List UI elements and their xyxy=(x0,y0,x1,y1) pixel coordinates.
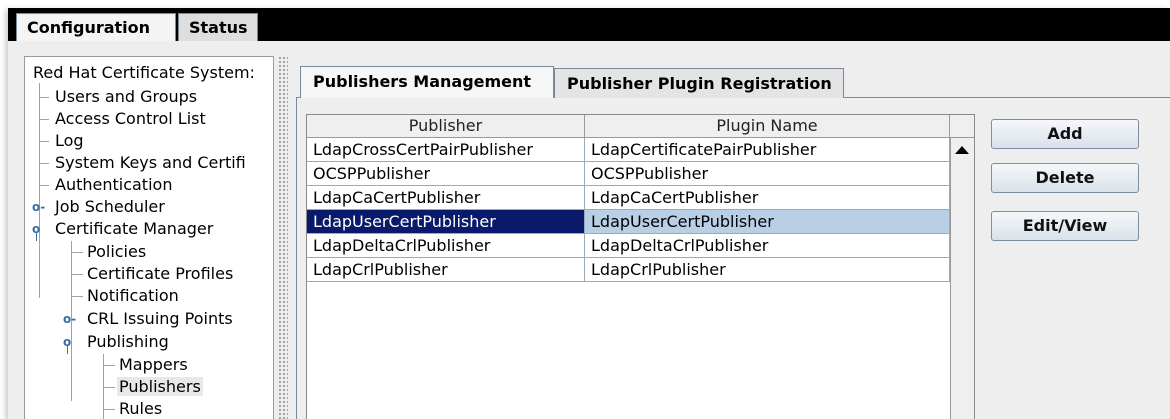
plugin-name-cell[interactable]: OCSPPublisher xyxy=(585,162,950,186)
selected-node-label: Publishers xyxy=(117,377,203,396)
top-tab-bar: Configuration Status xyxy=(8,8,1170,41)
table-row[interactable]: LdapDeltaCrlPublisher LdapDeltaCrlPublis… xyxy=(307,234,950,258)
tab-configuration[interactable]: Configuration xyxy=(16,13,176,41)
table-row[interactable]: LdapCaCertPublisher LdapCaCertPublisher xyxy=(307,186,950,210)
tree-item-mappers[interactable]: Mappers xyxy=(119,354,188,376)
publisher-cell[interactable]: LdapCrlPublisher xyxy=(307,258,585,282)
collapsed-node-icon[interactable]: o- xyxy=(63,313,76,325)
publisher-cell[interactable]: LdapCaCertPublisher xyxy=(307,186,585,210)
tree-item-rules[interactable]: Rules xyxy=(119,398,162,419)
plugin-name-cell[interactable]: LdapCaCertPublisher xyxy=(585,186,950,210)
publisher-cell[interactable]: LdapDeltaCrlPublisher xyxy=(307,234,585,258)
table-scrollbar[interactable] xyxy=(950,138,974,419)
tree-item-system-keys[interactable]: System Keys and Certifi xyxy=(55,152,246,174)
tree-item-access-control-list[interactable]: Access Control List xyxy=(55,108,206,130)
plugin-name-cell[interactable]: LdapDeltaCrlPublisher xyxy=(585,234,950,258)
collapsed-node-icon[interactable]: o- xyxy=(32,201,45,213)
publisher-cell[interactable]: LdapCrossCertPairPublisher xyxy=(307,138,585,162)
add-button[interactable]: Add xyxy=(991,119,1139,149)
tree-item-certificate-profiles[interactable]: Certificate Profiles xyxy=(87,263,233,285)
column-header-plugin-name[interactable]: Plugin Name xyxy=(585,115,950,137)
tree-item-policies[interactable]: Policies xyxy=(87,241,146,263)
tree-item-job-scheduler[interactable]: Job Scheduler xyxy=(55,196,165,218)
plugin-name-cell[interactable]: LdapCrlPublisher xyxy=(585,258,950,282)
tree-item-publishers[interactable]: Publishers xyxy=(117,376,203,398)
tree-item-crl-issuing-points[interactable]: CRL Issuing Points xyxy=(87,308,233,330)
tree-item-users-and-groups[interactable]: Users and Groups xyxy=(55,86,197,108)
scroll-up-arrow-icon[interactable] xyxy=(955,146,969,154)
delete-button[interactable]: Delete xyxy=(991,163,1139,193)
table-row[interactable]: LdapCrossCertPairPublisher LdapCertifica… xyxy=(307,138,950,162)
tab-publisher-plugin-registration[interactable]: Publisher Plugin Registration xyxy=(554,68,844,98)
publishers-table: Publisher Plugin Name LdapCrossCertPairP… xyxy=(306,114,975,419)
navigation-tree: Red Hat Certificate System: Users and Gr… xyxy=(24,56,274,419)
table-row[interactable]: OCSPPublisher OCSPPublisher xyxy=(307,162,950,186)
column-header-publisher[interactable]: Publisher xyxy=(307,115,585,137)
plugin-name-cell[interactable]: LdapUserCertPublisher xyxy=(585,210,950,234)
tree-item-publishing[interactable]: Publishing xyxy=(87,331,169,353)
split-pane-divider[interactable] xyxy=(278,56,288,419)
tree-item-certificate-manager[interactable]: Certificate Manager xyxy=(55,218,213,240)
tree-item-log[interactable]: Log xyxy=(55,130,84,152)
edit-view-button[interactable]: Edit/View xyxy=(991,211,1139,241)
tree-item-authentication[interactable]: Authentication xyxy=(55,174,172,196)
plugin-name-cell[interactable]: LdapCertificatePairPublisher xyxy=(585,138,950,162)
app-window: Configuration Status Red Hat Certificate… xyxy=(8,8,1170,419)
tree-root-node[interactable]: Red Hat Certificate System: xyxy=(33,63,255,82)
publisher-cell[interactable]: LdapUserCertPublisher xyxy=(307,210,585,234)
tab-status[interactable]: Status xyxy=(178,13,258,41)
table-header: Publisher Plugin Name xyxy=(307,115,974,138)
table-row[interactable]: LdapCrlPublisher LdapCrlPublisher xyxy=(307,258,950,282)
tree-connector xyxy=(39,83,40,298)
publisher-cell[interactable]: OCSPPublisher xyxy=(307,162,585,186)
tree-item-notification[interactable]: Notification xyxy=(87,285,179,307)
tab-publishers-management[interactable]: Publishers Management xyxy=(300,66,554,98)
table-row-selected[interactable]: LdapUserCertPublisher LdapUserCertPublis… xyxy=(307,210,950,234)
content-panel: Publishers Management Publisher Plugin R… xyxy=(290,56,1170,419)
